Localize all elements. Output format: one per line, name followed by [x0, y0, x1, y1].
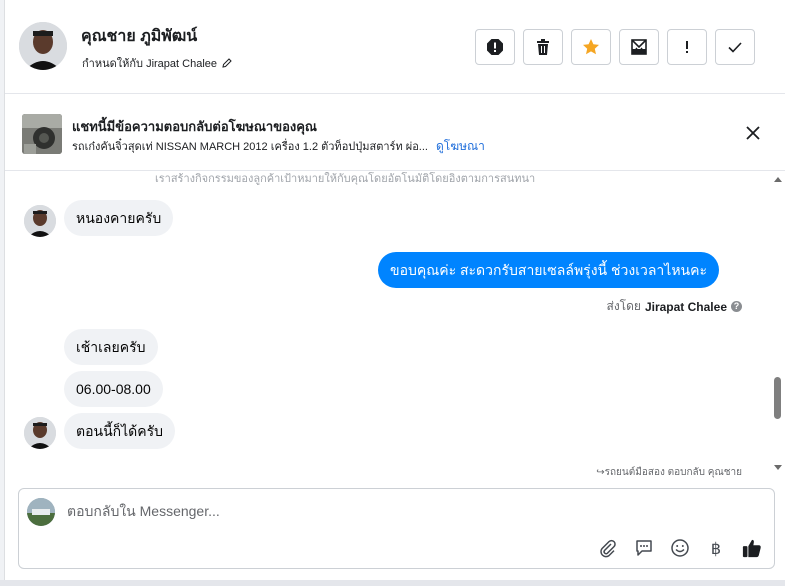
help-icon[interactable]: ?	[731, 301, 742, 312]
reply-input[interactable]	[67, 503, 587, 519]
incoming-message: เช้าเลยครับ	[64, 329, 158, 365]
view-ad-link[interactable]: ดูโฆษณา	[436, 137, 485, 156]
alert-icon	[487, 39, 503, 55]
speech-bubble-icon	[636, 540, 652, 556]
check-icon	[728, 42, 742, 53]
assigned-to[interactable]: กำหนดให้กับ Jirapat Chalee	[82, 54, 233, 72]
window-bottom-edge	[0, 580, 785, 586]
mark-unread-button[interactable]	[619, 29, 659, 65]
close-icon[interactable]	[745, 125, 761, 141]
ad-description: รถเก๋งคันจิ๋วสุดเท่ NISSAN MARCH 2012 เค…	[72, 141, 428, 153]
like-button[interactable]	[742, 538, 762, 558]
trash-icon	[537, 39, 549, 55]
incoming-message: ตอนนี้ก็ได้ครับ	[64, 413, 176, 449]
mark-spam-button[interactable]	[475, 29, 515, 65]
header-actions	[475, 29, 755, 65]
scroll-down-arrow-icon[interactable]	[774, 465, 782, 470]
incoming-message: หนองคายครับ	[64, 200, 174, 236]
sent-by-name: Jirapat Chalee	[644, 299, 727, 314]
emoji-button[interactable]	[670, 538, 690, 558]
customer-name: คุณชาย ภูมิพัฒน์	[81, 28, 198, 45]
customer-avatar-small[interactable]	[24, 417, 56, 449]
thread-scrollbar[interactable]	[773, 171, 783, 483]
saved-replies-button[interactable]	[634, 538, 654, 558]
message-composer: ฿	[18, 488, 775, 569]
mail-icon	[631, 39, 647, 55]
thumbs-up-icon	[742, 539, 761, 558]
paperclip-icon	[600, 539, 616, 558]
customer-avatar[interactable]	[19, 22, 67, 70]
system-notice: เราสร้างกิจกรรมของลูกค้าเป้าหมายให้กับคุ…	[155, 173, 536, 185]
customer-avatar-small[interactable]	[24, 205, 56, 237]
smiley-icon	[671, 539, 689, 557]
star-icon	[583, 39, 599, 55]
star-button[interactable]	[571, 29, 611, 65]
follow-up-button[interactable]	[667, 29, 707, 65]
sent-by-prefix: ส่งโดย	[606, 299, 641, 313]
ad-reply-banner: แชทนี้มีข้อความตอบกลับต่อโฆษณาของคุณ รถเ…	[5, 95, 785, 171]
ad-banner-title: แชทนี้มีข้อความตอบกลับต่อโฆษณาของคุณ	[72, 119, 317, 134]
exclamation-icon	[686, 41, 688, 53]
outgoing-message: ขอบคุณค่ะ สะดวกรับสายเซลล์พรุ่งนี้ ช่วงเ…	[378, 252, 720, 288]
message-thread: เราสร้างกิจกรรมของลูกค้าเป้าหมายให้กับคุ…	[5, 171, 785, 483]
attach-button[interactable]	[598, 538, 618, 558]
sent-by-line: ส่งโดย Jirapat Chalee ?	[606, 297, 742, 316]
scrollbar-thumb[interactable]	[774, 377, 781, 419]
ad-banner-description-row: รถเก๋งคันจิ๋วสุดเท่ NISSAN MARCH 2012 เค…	[72, 137, 485, 156]
reply-footnote: ↪รถยนต์มือสอง ตอบกลับ คุณชาย	[596, 467, 742, 478]
conversation-header: คุณชาย ภูมิพัฒน์ กำหนดให้กับ Jirapat Cha…	[5, 0, 785, 94]
pencil-icon[interactable]	[221, 57, 233, 69]
payment-button[interactable]: ฿	[706, 538, 726, 558]
incoming-message: 06.00-08.00	[64, 371, 163, 407]
composer-tools: ฿	[598, 538, 762, 558]
baht-icon: ฿	[710, 538, 722, 558]
delete-button[interactable]	[523, 29, 563, 65]
mark-done-button[interactable]	[715, 29, 755, 65]
assigned-to-label: กำหนดให้กับ Jirapat Chalee	[82, 58, 218, 70]
scroll-up-arrow-icon[interactable]	[774, 177, 782, 182]
ad-thumbnail[interactable]	[22, 114, 62, 154]
page-avatar	[27, 498, 55, 526]
